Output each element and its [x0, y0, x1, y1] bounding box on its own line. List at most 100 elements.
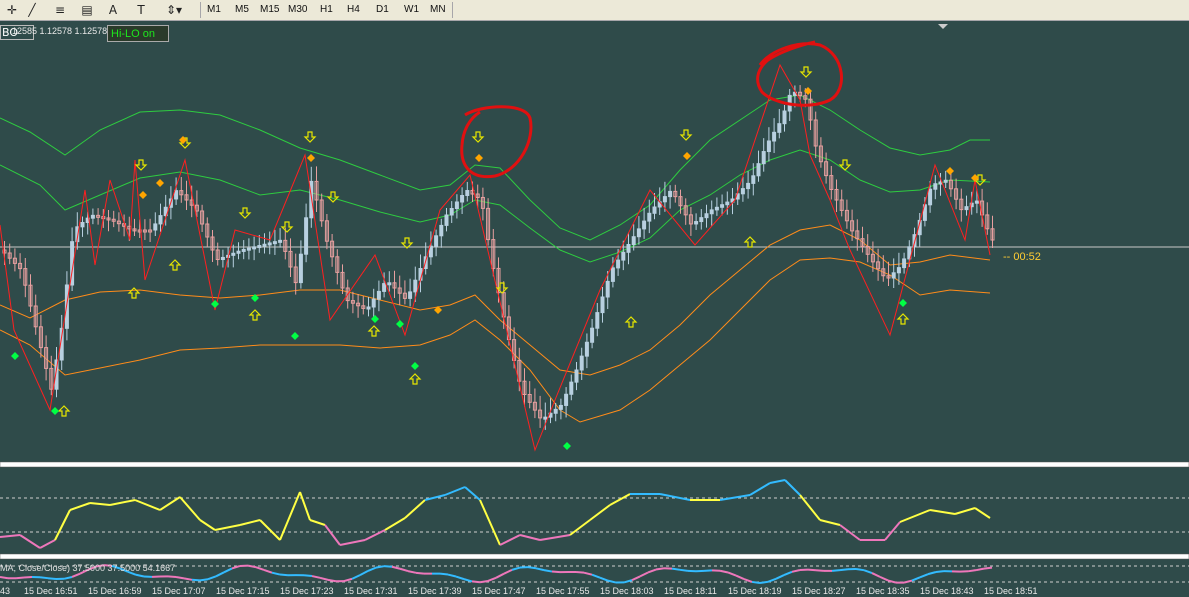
candle-body — [174, 190, 179, 200]
oscillator2-segment — [927, 571, 937, 576]
candle-body — [621, 251, 626, 261]
oscillator2-segment — [215, 571, 225, 578]
oscillator2-segment — [15, 576, 25, 580]
oscillator-segment — [179, 496, 201, 521]
oscillator-segment — [659, 493, 691, 501]
oscillator2-segment — [503, 568, 513, 575]
sell-diamond — [156, 179, 164, 187]
oscillator-segment — [339, 539, 366, 546]
oscillator2-segment — [39, 576, 49, 580]
candle-body — [267, 242, 272, 246]
oscillator2-segment — [487, 576, 497, 582]
candle-body — [246, 247, 251, 251]
candle-body — [278, 239, 283, 243]
oscillator2-segment — [471, 580, 481, 584]
candle-body — [751, 175, 756, 184]
time-axis-label: 15 Dec 16:59 — [88, 586, 142, 596]
sell-arrow — [838, 159, 852, 171]
oscillator-segment — [69, 502, 91, 511]
candle-body — [158, 215, 163, 225]
candle-body — [725, 201, 730, 206]
time-axis-label: 15 Dec 18:11 — [664, 586, 717, 596]
price-chart[interactable] — [0, 0, 1189, 597]
candle-body — [579, 355, 584, 371]
oscillator2-segment — [263, 569, 273, 574]
oscillator2-segment — [375, 565, 385, 569]
buy-arrow — [367, 325, 381, 337]
candle-countdown: -- 00:52 — [1003, 251, 1041, 263]
sell-arrow — [471, 131, 485, 143]
oscillator2-segment — [135, 573, 145, 578]
candle-body — [444, 214, 449, 226]
oscillator2-segment — [63, 575, 73, 580]
oscillator2-segment — [551, 570, 561, 574]
candle-body — [772, 131, 777, 142]
candle-body — [964, 206, 969, 211]
oscillator2-segment — [175, 576, 185, 580]
oscillator2-segment — [255, 566, 265, 571]
buy-diamond — [51, 407, 59, 415]
oscillator2-segment — [231, 565, 241, 570]
candle-body — [616, 259, 621, 269]
candle-body — [709, 209, 714, 215]
candle-body — [626, 244, 631, 253]
oscillator2-segment — [279, 573, 289, 577]
sell-diamond — [139, 191, 147, 199]
oscillator2-segment — [351, 574, 361, 580]
candle-body — [413, 279, 418, 293]
oscillator2-segment — [343, 577, 353, 583]
hilo-toggle[interactable]: Hi-LO on — [107, 25, 169, 42]
time-axis: 43 15 Dec 16:51 15 Dec 16:59 15 Dec 17:07 15… — [0, 586, 1189, 597]
candle-body — [454, 201, 459, 209]
candle-body — [636, 228, 641, 238]
oscillator2-segment — [671, 567, 681, 571]
oscillator-segment — [279, 491, 301, 541]
oscillator2-segment — [655, 567, 665, 571]
candle-body — [782, 110, 787, 125]
buy-arrow — [168, 259, 182, 271]
subwindow-divider-1 — [0, 461, 1189, 468]
oscillator2-segment — [359, 570, 369, 576]
time-axis-label: 15 Dec 17:15 — [216, 586, 270, 596]
candle-body — [891, 272, 896, 279]
buy-diamond — [211, 300, 219, 308]
time-axis-label: 15 Dec 16:51 — [24, 586, 78, 596]
candle-body — [257, 245, 262, 249]
oscillator2-segment — [727, 571, 737, 577]
oscillator-segment — [239, 519, 261, 526]
oscillator2-segment — [71, 572, 81, 578]
oscillator-segment — [749, 482, 771, 496]
oscillator2-segment — [599, 576, 609, 582]
time-axis-label: 15 Dec 18:19 — [728, 586, 782, 596]
sell-arrow — [326, 191, 340, 203]
oscillator2-segment — [183, 577, 193, 581]
oscillator-segment — [259, 519, 281, 541]
time-axis-label: 15 Dec 18:43 — [920, 586, 974, 596]
time-axis-label: 43 — [0, 586, 11, 596]
oscillator-segment — [569, 519, 591, 536]
oscillator2-segment — [815, 569, 825, 572]
oscillator2-segment — [631, 575, 641, 582]
candle-body — [668, 190, 673, 198]
oscillator-segment — [539, 534, 571, 541]
oscillator-segment — [499, 534, 521, 546]
chart-shift-marker — [938, 24, 948, 29]
oscillator2-segment — [535, 567, 545, 572]
oscillator2-segment — [807, 568, 817, 572]
sell-arrow — [238, 207, 252, 219]
candle-body — [371, 298, 376, 308]
oscillator2-segment — [415, 571, 425, 575]
candle-body — [465, 190, 470, 197]
oscillator-segment — [299, 491, 311, 521]
candle-body — [564, 393, 569, 406]
oscillator2-segment — [735, 574, 745, 581]
oscillator2-segment — [919, 573, 929, 579]
candle-body — [647, 212, 652, 222]
time-axis-label: 15 Dec 17:31 — [344, 586, 398, 596]
oscillator-segment — [214, 524, 241, 531]
candle-body — [558, 404, 563, 410]
oscillator2-segment — [47, 577, 57, 581]
oscillator-segment — [899, 509, 931, 523]
oscillator2-segment — [903, 579, 913, 584]
sell-arrow — [799, 66, 813, 78]
